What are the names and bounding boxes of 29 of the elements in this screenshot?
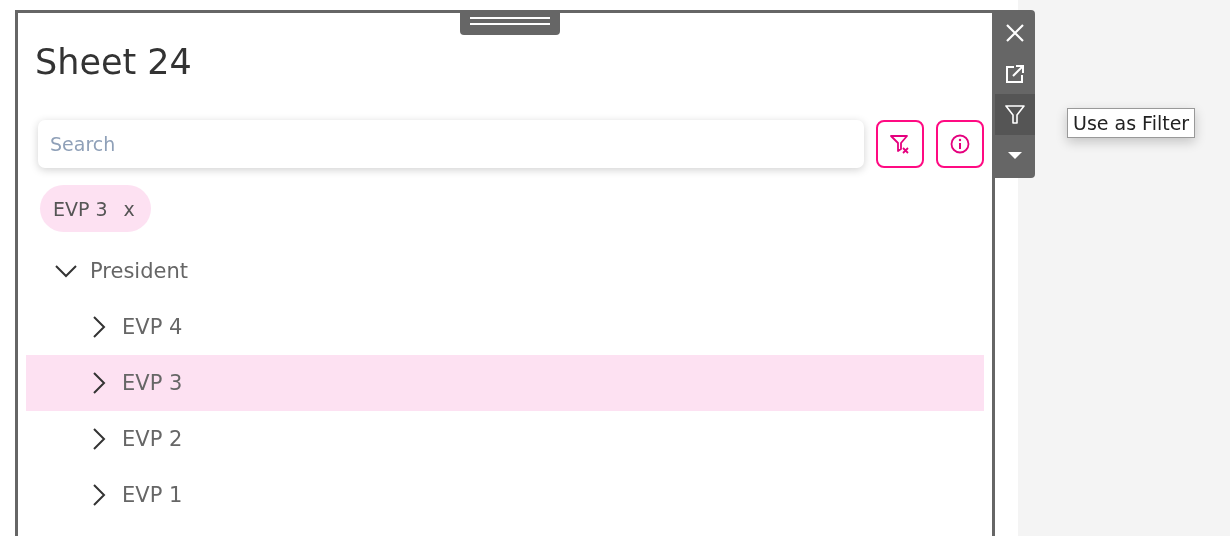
close-icon (1004, 21, 1026, 44)
tree-row[interactable]: EVP 4 (26, 299, 984, 355)
chevron-right-icon (92, 484, 106, 506)
chevron-right-icon (92, 316, 106, 338)
search-field[interactable]: Search (38, 120, 864, 168)
chip-remove[interactable]: x (123, 197, 135, 220)
filter-icon (1004, 103, 1026, 126)
tree-item-label: EVP 3 (122, 371, 183, 395)
tree-item-label: EVP 1 (122, 483, 183, 507)
tree-item-label: EVP 2 (122, 427, 183, 451)
sheet-title: Sheet 24 (34, 41, 192, 84)
info-icon (949, 133, 971, 155)
tree-item-label: President (90, 259, 188, 283)
chevron-right-icon (92, 372, 106, 394)
tree-row[interactable]: EVP 3 (26, 355, 984, 411)
clear-filter-button[interactable] (876, 120, 924, 168)
caret-down-icon (1008, 152, 1022, 159)
tree-item-label: EVP 4 (122, 315, 183, 339)
tooltip: Use as Filter (1067, 108, 1196, 138)
tree-row[interactable]: President (26, 243, 984, 299)
external-link-icon (1004, 62, 1026, 85)
chip-label: EVP 3 (53, 197, 108, 220)
tree-row[interactable]: EVP 1 (26, 467, 984, 523)
drag-handle[interactable] (460, 10, 560, 35)
clear-filter-icon (889, 133, 911, 155)
filter-button[interactable] (995, 94, 1035, 135)
tree-row[interactable]: EVP 2 (26, 411, 984, 467)
chevron-right-icon (92, 428, 106, 450)
info-button[interactable] (936, 120, 984, 168)
